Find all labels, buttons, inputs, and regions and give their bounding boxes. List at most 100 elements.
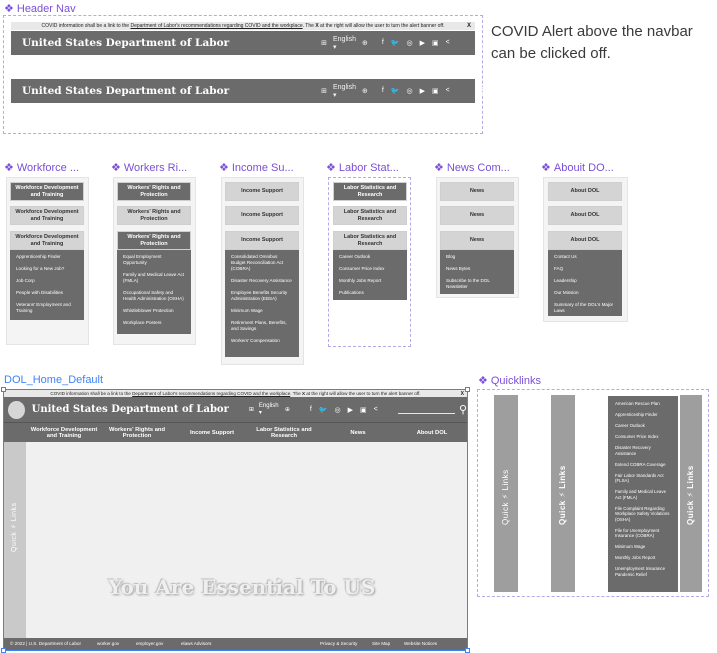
nav-workforce[interactable]: Workforce Development and Training [28, 427, 100, 439]
twitter-icon[interactable]: 🐦 [391, 87, 400, 95]
workers-button-open[interactable]: Workers' Rights and Protection [117, 231, 191, 250]
menu-item[interactable]: Employee Benefits Security Administratio… [231, 290, 293, 302]
accessibility-icon[interactable]: ⊕ [362, 87, 368, 95]
alert-close-button[interactable]: X [461, 391, 464, 397]
menu-item[interactable]: Workers' Compensation [231, 338, 293, 344]
quick-link-item[interactable]: Family and Medical Leave Act (FMLA) [615, 489, 671, 500]
agency-name[interactable]: United States Department of Labor [32, 404, 229, 415]
selection-handle[interactable] [465, 648, 470, 653]
news-button-default[interactable]: News [440, 182, 514, 201]
workforce-button-default[interactable]: Workforce Development and Training [10, 182, 84, 201]
menu-item[interactable]: Consolidated Omnibus Budget Reconciliati… [231, 254, 293, 272]
quick-link-item[interactable]: Consumer Price Index [615, 434, 671, 440]
nav-labor[interactable]: Labor Statistics and Research [256, 427, 312, 439]
quick-link-item[interactable]: Fair Labor Standards Act (FLSA) [615, 473, 671, 484]
nav-income[interactable]: Income Support [182, 430, 242, 436]
about-button-hover[interactable]: About DOL [548, 206, 622, 225]
alert-close-button[interactable]: X [467, 23, 471, 29]
menu-item[interactable]: Summary of the DOL's Major Laws [554, 302, 616, 314]
income-button-open[interactable]: Income Support [225, 231, 299, 250]
facebook-icon[interactable]: f [382, 87, 384, 95]
menu-item[interactable]: Minimum Wage [231, 308, 293, 314]
menu-item[interactable]: Disaster Recovery Assistance [231, 278, 293, 284]
workers-button-default[interactable]: Workers' Rights and Protection [117, 182, 191, 201]
income-button-default[interactable]: Income Support [225, 182, 299, 201]
footer-link-sitemap[interactable]: Site Map [372, 641, 390, 646]
menu-item[interactable]: Family and Medical Leave Act (FMLA) [123, 272, 185, 284]
menu-item[interactable]: Veterans' Employment and Training [16, 302, 78, 314]
about-button-default[interactable]: About DOL [548, 182, 622, 201]
menu-item[interactable]: Subscribe to the DOL Newsletter [446, 278, 508, 290]
dol-seal-logo[interactable] [8, 400, 25, 419]
labor-button-open[interactable]: Labor Statistics and Research [333, 231, 407, 250]
search-icon[interactable]: ⚲ [478, 85, 486, 98]
search-icon[interactable]: ⚲ [459, 403, 467, 416]
translate-icon[interactable]: ⊞ [321, 39, 327, 47]
quick-link-item[interactable]: American Rescue Plan [615, 401, 671, 407]
quick-link-item[interactable]: Extend COBRA Coverage [615, 462, 671, 468]
twitter-icon[interactable]: 🐦 [391, 39, 400, 47]
search-input[interactable] [397, 406, 455, 414]
quick-link-item[interactable]: Monthly Jobs Report [615, 555, 671, 561]
selection-handle[interactable] [1, 387, 6, 392]
menu-item[interactable]: Workplace Posters [123, 320, 185, 326]
footer-link-notices[interactable]: Website Notices [404, 641, 437, 646]
email-icon[interactable]: ▣ [360, 406, 367, 414]
email-icon[interactable]: ▣ [432, 39, 439, 47]
labor-button-default[interactable]: Labor Statistics and Research [333, 182, 407, 201]
menu-item[interactable]: Whistleblower Protection [123, 308, 185, 314]
news-button-hover[interactable]: News [440, 206, 514, 225]
menu-item[interactable]: Consumer Price Index [339, 266, 401, 272]
quick-link-item[interactable]: Disaster Recovery Assistance [615, 445, 671, 456]
agency-name[interactable]: United States Department of Labor [22, 85, 229, 97]
menu-item[interactable]: Publications [339, 290, 401, 296]
quick-links-collapsed[interactable]: Quick ⚡ Links [494, 395, 518, 592]
covid-alert-link[interactable]: Department of Labor's recommendations re… [132, 391, 290, 396]
share-icon[interactable]: < [446, 39, 450, 47]
quick-link-item[interactable]: Career Outlook [615, 423, 671, 429]
twitter-icon[interactable]: 🐦 [319, 406, 328, 414]
language-select[interactable]: English ▾ [333, 84, 356, 99]
language-select[interactable]: English ▾ [259, 403, 280, 416]
menu-item[interactable]: News Bytes [446, 266, 508, 272]
about-button-open[interactable]: About DOL [548, 231, 622, 250]
menu-item[interactable]: Looking for a New Job? [16, 266, 78, 272]
quick-links-tab[interactable]: Quick ⚡ Links [4, 442, 26, 638]
instagram-icon[interactable]: ◎ [407, 39, 413, 47]
income-button-hover[interactable]: Income Support [225, 206, 299, 225]
translate-icon[interactable]: ⊞ [249, 406, 254, 413]
instagram-icon[interactable]: ◎ [335, 406, 341, 414]
menu-item[interactable]: Equal Employment Opportunity [123, 254, 185, 266]
quick-link-item[interactable]: File for Unemployment Insurance (COBRA) [615, 528, 671, 539]
quick-links-hover[interactable]: Quick ⚡ Links [551, 395, 575, 592]
youtube-icon[interactable]: ▶ [420, 87, 425, 95]
share-icon[interactable]: < [446, 87, 450, 95]
menu-item[interactable]: Blog [446, 254, 508, 260]
selection-handle[interactable] [1, 648, 6, 653]
youtube-icon[interactable]: ▶ [420, 39, 425, 47]
menu-item[interactable]: Monthly Jobs Report [339, 278, 401, 284]
quick-link-item[interactable]: Unemployment Insurance Pandemic Relief [615, 566, 671, 577]
nav-about[interactable]: About DOL [410, 430, 454, 436]
share-icon[interactable]: < [374, 406, 378, 414]
facebook-icon[interactable]: f [310, 406, 312, 414]
footer-link-privacy[interactable]: Privacy & Security [320, 641, 357, 646]
email-icon[interactable]: ▣ [432, 87, 439, 95]
quick-link-item[interactable]: Minimum Wage [615, 544, 671, 550]
news-button-open[interactable]: News [440, 231, 514, 250]
accessibility-icon[interactable]: ⊕ [362, 39, 368, 47]
accessibility-icon[interactable]: ⊕ [285, 406, 290, 413]
workers-button-hover[interactable]: Workers' Rights and Protection [117, 206, 191, 225]
footer-link-worker[interactable]: worker.gov [97, 641, 119, 646]
quick-links-expanded-tab[interactable]: Quick ⚡ Links [680, 395, 702, 592]
workforce-button-open[interactable]: Workforce Development and Training [10, 231, 84, 250]
menu-item[interactable]: Apprenticeship Finder [16, 254, 78, 260]
menu-item[interactable]: Contact Us [554, 254, 616, 260]
footer-link-employer[interactable]: employer.gov [136, 641, 163, 646]
agency-name[interactable]: United States Department of Labor [22, 37, 229, 49]
labor-button-hover[interactable]: Labor Statistics and Research [333, 206, 407, 225]
nav-news[interactable]: News [342, 430, 374, 436]
workforce-button-hover[interactable]: Workforce Development and Training [10, 206, 84, 225]
quick-link-item[interactable]: File Complaint Regarding Workplace Safet… [615, 506, 671, 523]
youtube-icon[interactable]: ▶ [348, 406, 353, 414]
